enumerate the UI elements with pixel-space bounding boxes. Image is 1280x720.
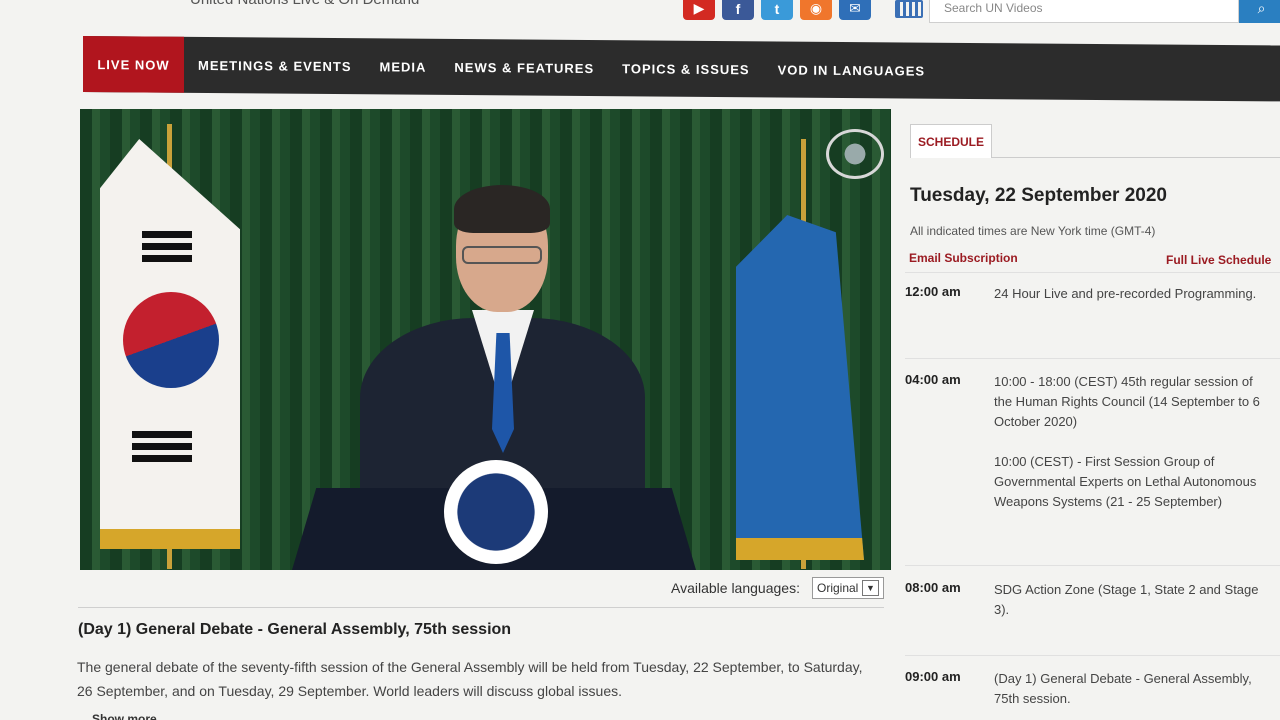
- schedule-description: 24 Hour Live and pre-recorded Programmin…: [994, 284, 1274, 304]
- timezone-note: All indicated times are New York time (G…: [910, 224, 1156, 238]
- youtube-icon[interactable]: ▶: [683, 0, 715, 20]
- presidential-flag: [736, 215, 864, 560]
- trigram: [142, 255, 192, 262]
- taegeuk-emblem: [123, 292, 219, 388]
- un-emblem-icon: [826, 129, 884, 179]
- language-selected: Original: [817, 581, 859, 595]
- nav-topics-issues[interactable]: TOPICS & ISSUES: [608, 40, 763, 97]
- top-header: United Nations Live & On Demand ▶ f t ◉ …: [0, 0, 1280, 34]
- main-nav: LIVE NOW MEETINGS & EVENTS MEDIA NEWS & …: [83, 36, 1280, 102]
- twitter-icon[interactable]: t: [761, 0, 793, 20]
- trigram: [142, 243, 192, 250]
- trigram: [132, 455, 192, 462]
- nav-meetings-events[interactable]: MEETINGS & EVENTS: [184, 37, 366, 94]
- social-links: ▶ f t ◉ ✉: [683, 0, 871, 20]
- event-description: The general debate of the seventy-fifth …: [77, 659, 863, 699]
- full-schedule-link[interactable]: Full Live Schedule: [1166, 253, 1271, 267]
- facebook-icon[interactable]: f: [722, 0, 754, 20]
- email-subscription-link[interactable]: Email Subscription: [909, 251, 1018, 265]
- schedule-description: (Day 1) General Debate - General Assembl…: [994, 669, 1274, 709]
- schedule-date: Tuesday, 22 September 2020: [910, 185, 1167, 206]
- schedule-description: SDG Action Zone (Stage 1, State 2 and St…: [994, 580, 1274, 620]
- site-tagline: United Nations Live & On Demand: [190, 0, 419, 8]
- schedule-entry: 10:00 - 18:00 (CEST) 45th regular sessio…: [994, 374, 1260, 429]
- nav-live-now[interactable]: LIVE NOW: [83, 36, 184, 93]
- tab-underline: [992, 157, 1280, 158]
- speaker-hair: [454, 185, 550, 233]
- trigram: [132, 443, 192, 450]
- row-separator: [905, 565, 1280, 566]
- schedule-entry: 10:00 (CEST) - First Session Group of Go…: [994, 454, 1257, 509]
- presidential-seal-icon: [444, 460, 548, 564]
- schedule-time: 12:00 am: [905, 284, 961, 299]
- chevron-down-icon: ▼: [862, 580, 879, 596]
- calendar-icon[interactable]: [895, 0, 923, 18]
- nav-vod-languages[interactable]: VOD IN LANGUAGES: [764, 41, 939, 98]
- trigram: [142, 231, 192, 238]
- email-icon[interactable]: ✉: [839, 0, 871, 20]
- schedule-time: 09:00 am: [905, 669, 961, 684]
- row-separator: [905, 272, 1280, 273]
- search-button[interactable]: ⌕: [1239, 0, 1280, 23]
- row-separator: [905, 655, 1280, 656]
- rss-icon[interactable]: ◉: [800, 0, 832, 20]
- nav-news-features[interactable]: NEWS & FEATURES: [440, 39, 608, 96]
- event-title: (Day 1) General Debate - General Assembl…: [78, 621, 512, 638]
- schedule-time: 04:00 am: [905, 372, 961, 387]
- schedule-entry: (Day 1) General Debate - General Assembl…: [994, 671, 1252, 706]
- search-icon: ⌕: [1257, 0, 1266, 16]
- show-more-link[interactable]: Show more: [92, 712, 157, 720]
- schedule-description: 10:00 - 18:00 (CEST) 45th regular sessio…: [994, 372, 1274, 512]
- nav-media[interactable]: MEDIA: [366, 38, 441, 95]
- search-input[interactable]: Search UN Videos: [929, 0, 1239, 23]
- trigram: [132, 431, 192, 438]
- row-separator: [905, 358, 1280, 359]
- divider: [78, 607, 884, 608]
- schedule-entry: 24 Hour Live and pre-recorded Programmin…: [994, 286, 1257, 301]
- language-select[interactable]: Original ▼: [812, 577, 884, 599]
- schedule-entry: SDG Action Zone (Stage 1, State 2 and St…: [994, 582, 1259, 617]
- schedule-time: 08:00 am: [905, 580, 961, 595]
- speaker-glasses: [462, 246, 542, 264]
- tab-schedule[interactable]: SCHEDULE: [910, 124, 992, 158]
- video-player[interactable]: [80, 109, 891, 570]
- languages-label: Available languages:: [671, 580, 800, 596]
